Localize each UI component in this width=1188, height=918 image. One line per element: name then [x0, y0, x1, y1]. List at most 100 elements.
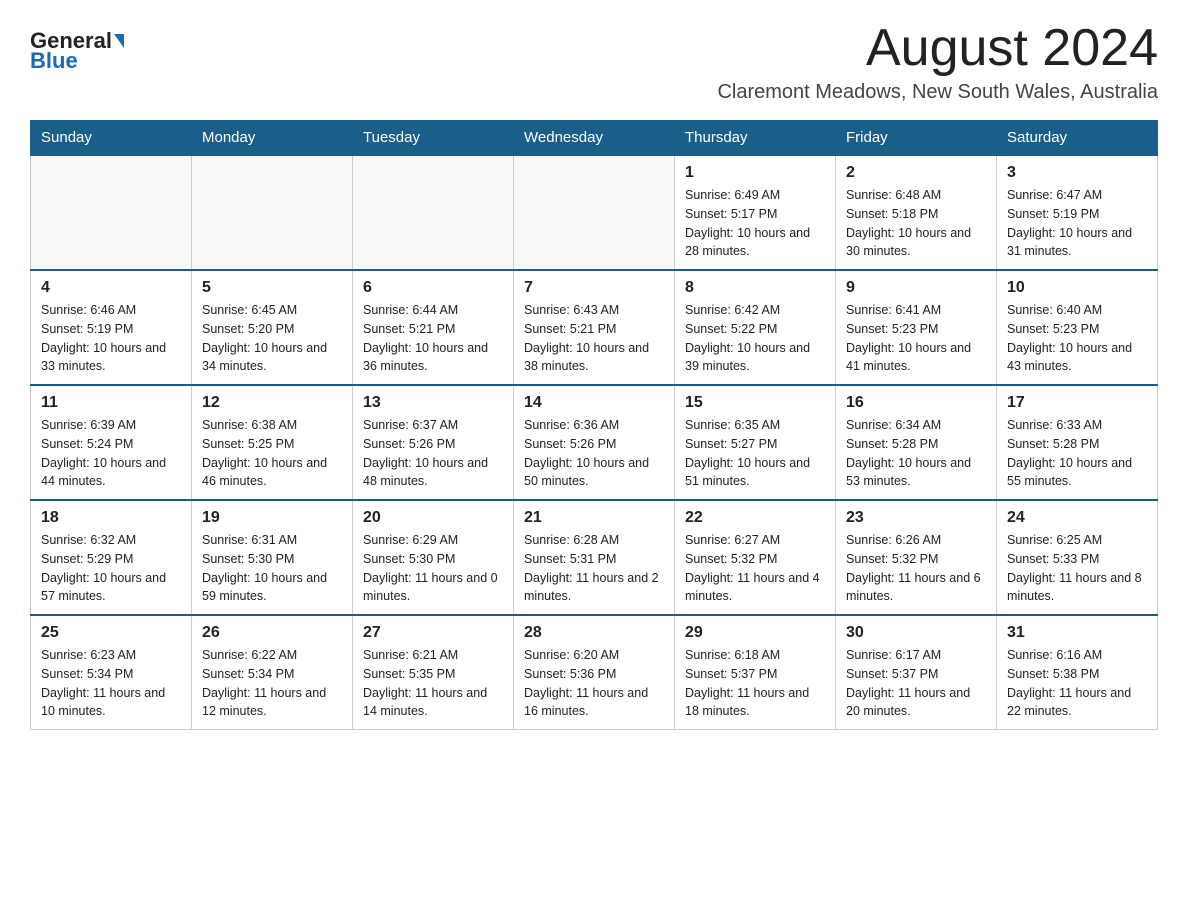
day-cell: 29Sunrise: 6:18 AMSunset: 5:37 PMDayligh…	[675, 615, 836, 730]
day-info-line: Daylight: 10 hours and 30 minutes.	[846, 226, 971, 259]
day-info-line: Sunrise: 6:21 AM	[363, 648, 458, 662]
column-header-friday: Friday	[836, 121, 997, 156]
day-cell: 5Sunrise: 6:45 AMSunset: 5:20 PMDaylight…	[192, 270, 353, 385]
day-info-line: Sunset: 5:22 PM	[685, 322, 777, 336]
day-info-line: Sunset: 5:35 PM	[363, 667, 455, 681]
day-info: Sunrise: 6:43 AMSunset: 5:21 PMDaylight:…	[524, 301, 664, 376]
day-info: Sunrise: 6:47 AMSunset: 5:19 PMDaylight:…	[1007, 186, 1147, 261]
column-header-tuesday: Tuesday	[353, 121, 514, 156]
day-number: 17	[1007, 394, 1147, 412]
day-number: 14	[524, 394, 664, 412]
day-info: Sunrise: 6:16 AMSunset: 5:38 PMDaylight:…	[1007, 646, 1147, 721]
day-info-line: Sunset: 5:17 PM	[685, 207, 777, 221]
day-number: 16	[846, 394, 986, 412]
day-info-line: Daylight: 10 hours and 59 minutes.	[202, 571, 327, 604]
day-info-line: Daylight: 10 hours and 48 minutes.	[363, 456, 488, 489]
day-info-line: Sunrise: 6:26 AM	[846, 533, 941, 547]
day-info: Sunrise: 6:17 AM Sunset: 5:37 PM Daylight:…	[846, 646, 986, 721]
day-number: 4	[41, 279, 181, 297]
day-cell: 27Sunrise: 6:21 AMSunset: 5:35 PMDayligh…	[353, 615, 514, 730]
day-info-line: Sunrise: 6:34 AM	[846, 418, 941, 432]
day-info-line: Daylight: 10 hours and 51 minutes.	[685, 456, 810, 489]
day-info: Sunrise: 6:48 AMSunset: 5:18 PMDaylight:…	[846, 186, 986, 261]
day-number: 10	[1007, 279, 1147, 297]
day-info-line: Sunset: 5:24 PM	[41, 437, 133, 451]
column-header-saturday: Saturday	[997, 121, 1158, 156]
day-number: 27	[363, 624, 503, 642]
day-info-line: Sunrise: 6:20 AM	[524, 648, 619, 662]
title-block: August 2024 Claremont Meadows, New South…	[717, 20, 1158, 104]
day-info-line: Sunrise: 6:35 AM	[685, 418, 780, 432]
day-info-line: Sunset: 5:36 PM	[524, 667, 616, 681]
day-number: 18	[41, 509, 181, 527]
day-info-line: Sunrise: 6:18 AM	[685, 648, 780, 662]
day-info: Sunrise: 6:33 AMSunset: 5:28 PMDaylight:…	[1007, 416, 1147, 491]
day-number: 23	[846, 509, 986, 527]
day-info-line: Sunrise: 6:46 AM	[41, 303, 136, 317]
day-number: 3	[1007, 164, 1147, 182]
day-info-line: Sunset: 5:19 PM	[1007, 207, 1099, 221]
day-info-line: Sunset: 5:31 PM	[524, 552, 616, 566]
day-info: Sunrise: 6:26 AMSunset: 5:32 PMDaylight:…	[846, 531, 986, 606]
day-info-line: Daylight: 10 hours and 41 minutes.	[846, 341, 971, 374]
column-header-thursday: Thursday	[675, 121, 836, 156]
day-info-line: Sunset: 5:23 PM	[846, 322, 938, 336]
day-info-line: Sunset: 5:25 PM	[202, 437, 294, 451]
day-cell: 13Sunrise: 6:37 AMSunset: 5:26 PMDayligh…	[353, 385, 514, 500]
day-info-line: Daylight: 11 hours and 12 minutes.	[202, 686, 326, 719]
day-info: Sunrise: 6:32 AMSunset: 5:29 PMDaylight:…	[41, 531, 181, 606]
day-info-line: Sunrise: 6:39 AM	[41, 418, 136, 432]
day-info: Sunrise: 6:25 AMSunset: 5:33 PMDaylight:…	[1007, 531, 1147, 606]
day-info-line: Sunset: 5:29 PM	[41, 552, 133, 566]
day-info-line: Daylight: 10 hours and 57 minutes.	[41, 571, 166, 604]
day-cell: 21Sunrise: 6:28 AMSunset: 5:31 PMDayligh…	[514, 500, 675, 615]
day-number: 11	[41, 394, 181, 412]
week-row-1: 1Sunrise: 6:49 AMSunset: 5:17 PMDaylight…	[31, 155, 1158, 270]
day-info-line: Daylight: 10 hours and 36 minutes.	[363, 341, 488, 374]
day-cell: 16 Sunrise: 6:34 AMSunset: 5:28 PMDayligh…	[836, 385, 997, 500]
day-number: 22	[685, 509, 825, 527]
logo: General Blue	[30, 30, 124, 72]
day-info: Sunrise: 6:27 AMSunset: 5:32 PMDaylight:…	[685, 531, 825, 606]
day-cell: 12Sunrise: 6:38 AMSunset: 5:25 PMDayligh…	[192, 385, 353, 500]
day-info-line: Daylight: 11 hours and 0 minutes.	[363, 571, 498, 604]
day-number: 12	[202, 394, 342, 412]
day-info-line: Daylight: 11 hours and 6 minutes.	[846, 571, 981, 604]
day-info-line: Sunrise: 6:36 AM	[524, 418, 619, 432]
day-info: Sunrise: 6:34 AMSunset: 5:28 PMDaylight:…	[846, 416, 986, 491]
day-cell: 6Sunrise: 6:44 AMSunset: 5:21 PMDaylight…	[353, 270, 514, 385]
page-header: General Blue August 2024 Claremont Meado…	[30, 20, 1158, 104]
day-number: 1	[685, 164, 825, 182]
day-info-line: Daylight: 10 hours and 44 minutes.	[41, 456, 166, 489]
day-info-line: Sunrise: 6:40 AM	[1007, 303, 1102, 317]
day-cell: 3 Sunrise: 6:47 AMSunset: 5:19 PMDaylight…	[997, 155, 1158, 270]
day-number: 7	[524, 279, 664, 297]
day-info-line: Sunset: 5:37 PM	[846, 667, 938, 681]
day-info-line: Daylight: 10 hours and 39 minutes.	[685, 341, 810, 374]
day-cell: 8Sunrise: 6:42 AMSunset: 5:22 PMDaylight…	[675, 270, 836, 385]
day-cell: 31Sunrise: 6:16 AMSunset: 5:38 PMDayligh…	[997, 615, 1158, 730]
day-info-line: Daylight: 10 hours and 55 minutes.	[1007, 456, 1132, 489]
day-info-line: Sunset: 5:33 PM	[1007, 552, 1099, 566]
day-cell: 7 Sunrise: 6:43 AMSunset: 5:21 PMDaylight…	[514, 270, 675, 385]
day-number: 20	[363, 509, 503, 527]
day-info-line: Sunset: 5:30 PM	[363, 552, 455, 566]
day-cell: 22 Sunrise: 6:27 AMSunset: 5:32 PMDayligh…	[675, 500, 836, 615]
day-info: Sunrise: 6:22 AMSunset: 5:34 PMDaylight:…	[202, 646, 342, 721]
day-info-line: Sunrise: 6:17 AM	[846, 648, 941, 662]
day-info: Sunrise: 6:39 AM Sunset: 5:24 PM Daylight:…	[41, 416, 181, 491]
day-info-line: Sunset: 5:26 PM	[524, 437, 616, 451]
day-info-line: Daylight: 11 hours and 2 minutes.	[524, 571, 659, 604]
day-info: Sunrise: 6:46 AMSunset: 5:19 PMDaylight:…	[41, 301, 181, 376]
day-cell: 23 Sunrise: 6:26 AMSunset: 5:32 PMDayligh…	[836, 500, 997, 615]
day-number: 30	[846, 624, 986, 642]
day-info-line: Daylight: 11 hours and 20 minutes.	[846, 686, 970, 719]
day-cell: 19Sunrise: 6:31 AMSunset: 5:30 PMDayligh…	[192, 500, 353, 615]
day-info-line: Sunset: 5:21 PM	[363, 322, 455, 336]
day-info: Sunrise: 6:44 AMSunset: 5:21 PMDaylight:…	[363, 301, 503, 376]
day-info-line: Sunrise: 6:37 AM	[363, 418, 458, 432]
day-info-line: Daylight: 11 hours and 16 minutes.	[524, 686, 648, 719]
column-header-sunday: Sunday	[31, 121, 192, 156]
day-info-line: Sunset: 5:32 PM	[685, 552, 777, 566]
day-number: 26	[202, 624, 342, 642]
